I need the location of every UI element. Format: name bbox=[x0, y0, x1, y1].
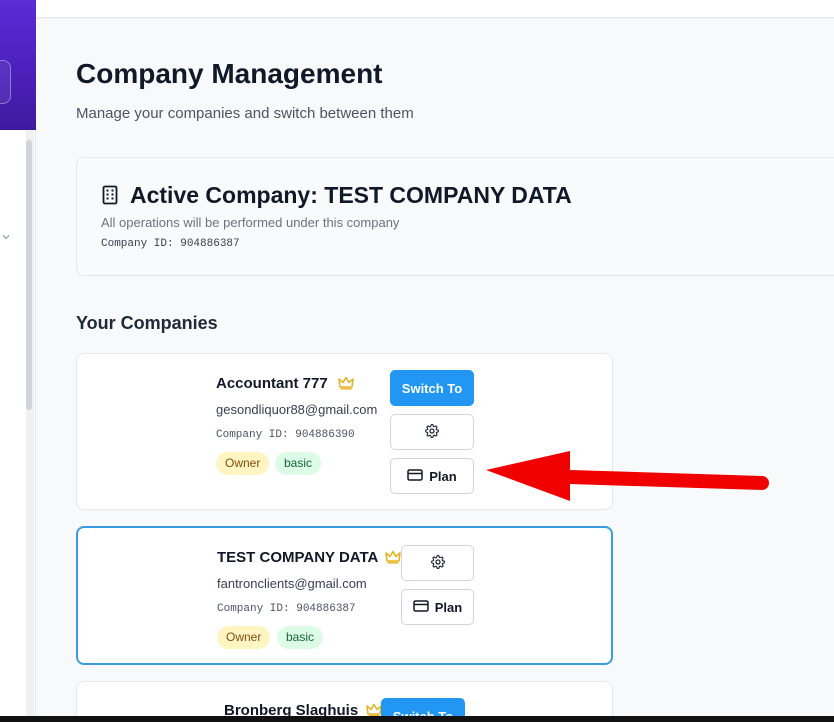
plan-button[interactable]: Plan bbox=[401, 589, 474, 625]
company-email: fantronclients@gmail.com bbox=[217, 576, 367, 591]
crown-icon bbox=[338, 376, 354, 390]
company-id: Company ID: 904886387 bbox=[217, 603, 356, 615]
crown-icon bbox=[385, 550, 401, 564]
sidebar-brand-area bbox=[0, 0, 36, 130]
settings-button[interactable] bbox=[390, 414, 474, 450]
plan-badge: basic bbox=[277, 626, 324, 649]
company-name: Accountant 777 bbox=[216, 375, 328, 392]
active-company-card: Active Company: TEST COMPANY DATA All op… bbox=[76, 157, 834, 276]
sidebar-brand-button[interactable] bbox=[0, 60, 11, 104]
credit-card-icon bbox=[407, 468, 424, 484]
owner-badge: Owner bbox=[216, 452, 270, 475]
sidebar bbox=[0, 0, 36, 722]
company-id: Company ID: 904886390 bbox=[216, 429, 355, 441]
plan-button[interactable]: Plan bbox=[390, 458, 474, 494]
your-companies-heading: Your Companies bbox=[76, 313, 218, 333]
company-email: gesondliquor88@gmail.com bbox=[216, 402, 378, 417]
plan-button-label: Plan bbox=[434, 599, 463, 615]
switch-to-button[interactable]: Switch To bbox=[390, 370, 474, 406]
red-arrow-annotation bbox=[486, 451, 769, 501]
gear-icon bbox=[425, 423, 439, 441]
page-subtitle: Manage your companies and switch between… bbox=[76, 105, 414, 122]
page-title: Company Management bbox=[76, 58, 383, 89]
credit-card-icon bbox=[413, 599, 429, 615]
sidebar-scrollbar[interactable] bbox=[26, 140, 32, 410]
bottom-bar bbox=[0, 716, 834, 722]
active-company-id: Company ID: 904886387 bbox=[101, 238, 240, 250]
plan-badge: basic bbox=[275, 452, 322, 475]
company-name: TEST COMPANY DATA bbox=[217, 549, 379, 566]
plan-button-label: Plan bbox=[429, 468, 457, 484]
active-company-description: All operations will be performed under t… bbox=[101, 215, 400, 230]
company-card-test-company-data: TEST COMPANY DATA fantronclients@gmail.c… bbox=[76, 526, 613, 665]
owner-badge: Owner bbox=[217, 626, 271, 649]
settings-button[interactable] bbox=[401, 545, 474, 581]
chevron-down-icon[interactable] bbox=[1, 232, 11, 246]
top-bar bbox=[36, 0, 834, 18]
building-icon bbox=[102, 185, 120, 205]
crown-icon bbox=[366, 703, 382, 717]
active-company-title: Active Company: TEST COMPANY DATA bbox=[130, 182, 572, 208]
gear-icon bbox=[430, 554, 445, 572]
